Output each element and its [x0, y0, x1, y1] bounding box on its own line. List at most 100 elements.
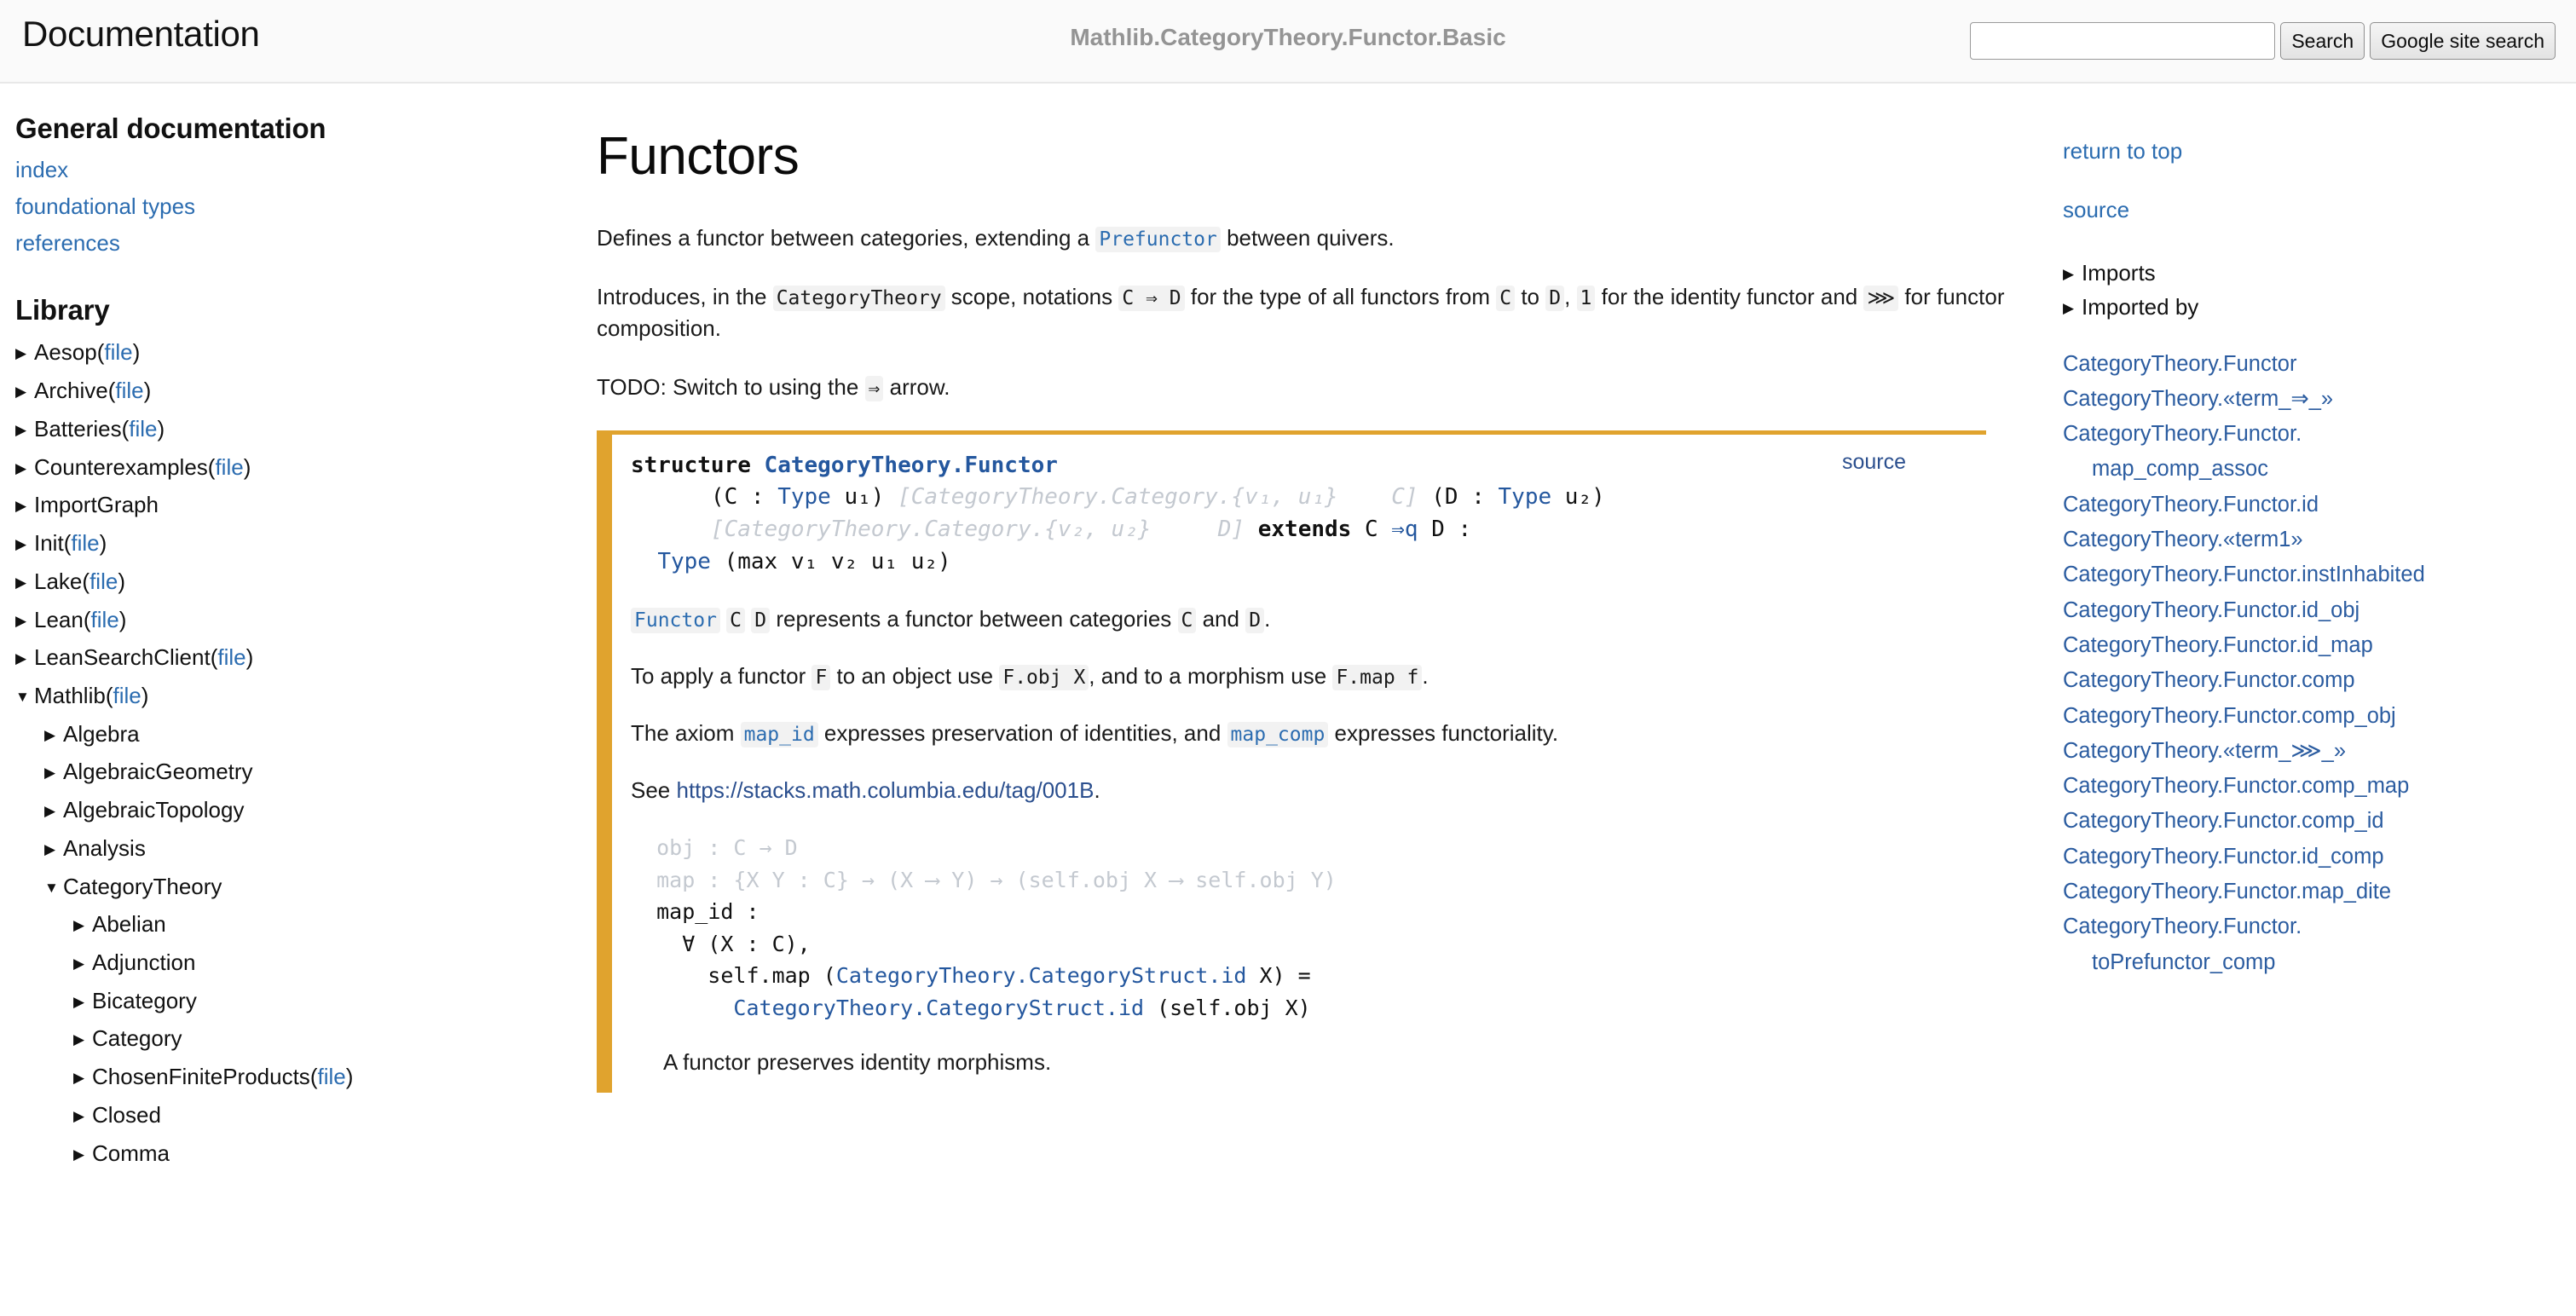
file-link[interactable]: file — [91, 601, 119, 639]
doc-paragraph-2: To apply a functor F to an object use F.… — [631, 661, 1986, 692]
declaration-name[interactable]: CategoryTheory.Functor — [765, 453, 1058, 478]
chevron-right-icon[interactable]: ▶ — [15, 341, 34, 366]
chevron-right-icon[interactable]: ▶ — [44, 723, 63, 747]
declaration-link[interactable]: CategoryTheory.Functor.id_map — [2063, 628, 2562, 663]
tree-item-Closed[interactable]: ▶ Closed — [15, 1096, 563, 1134]
prefunctor-arrow[interactable]: ⇒q — [1391, 517, 1418, 542]
map-id-code-link[interactable]: map_id — [740, 722, 818, 748]
chevron-right-icon[interactable]: ▶ — [15, 456, 34, 481]
search-button[interactable]: Search — [2280, 22, 2365, 60]
return-to-top-link[interactable]: return to top — [2063, 138, 2562, 164]
declaration-link[interactable]: CategoryTheory.Functor.comp_obj — [2063, 699, 2562, 734]
chevron-right-icon[interactable]: ▶ — [15, 379, 34, 404]
tree-item-Abelian[interactable]: ▶ Abelian — [15, 905, 563, 944]
tree-item-Adjunction[interactable]: ▶ Adjunction — [15, 944, 563, 982]
source-link[interactable]: source — [2063, 197, 2562, 223]
declaration-link[interactable]: CategoryTheory.Functor.id_obj — [2063, 593, 2562, 628]
prefunctor-code-link[interactable]: Prefunctor — [1095, 227, 1221, 252]
google-site-search-button[interactable]: Google site search — [2370, 22, 2556, 60]
map-comp-code-link[interactable]: map_comp — [1227, 722, 1329, 748]
chevron-right-icon[interactable]: ▶ — [15, 646, 34, 671]
sig-type-2[interactable]: Type — [1499, 484, 1552, 510]
declaration-source-link[interactable]: source — [1842, 450, 1906, 475]
declaration-link[interactable]: CategoryTheory.«term1» — [2063, 522, 2562, 557]
file-link[interactable]: file — [217, 638, 245, 677]
tree-item-Lean[interactable]: ▶ Lean (file) — [15, 601, 563, 639]
declaration-link[interactable]: CategoryTheory.«term_⇒_» — [2063, 382, 2562, 417]
categorystruct-id-link-2[interactable]: CategoryTheory.CategoryStruct.id — [733, 996, 1144, 1020]
tree-item-Init[interactable]: ▶ Init (file) — [15, 524, 563, 563]
tree-item-Aesop[interactable]: ▶ Aesop (file) — [15, 333, 563, 372]
tree-item-Archive[interactable]: ▶ Archive (file) — [15, 372, 563, 410]
chevron-right-icon[interactable]: ▶ — [15, 418, 34, 442]
tree-item-LeanSearchClient[interactable]: ▶ LeanSearchClient (file) — [15, 638, 563, 677]
tree-item-ImportGraph[interactable]: ▶ ImportGraph — [15, 486, 563, 524]
chevron-right-icon[interactable]: ▶ — [73, 1027, 92, 1052]
chevron-right-icon[interactable]: ▶ — [44, 837, 63, 862]
chevron-right-icon[interactable]: ▶ — [73, 1104, 92, 1128]
main-content: Functors Defines a functor between categ… — [563, 85, 2063, 1316]
tree-item-Lake[interactable]: ▶ Lake (file) — [15, 563, 563, 601]
declaration-link[interactable]: CategoryTheory.Functor.comp — [2063, 663, 2562, 698]
doc-4-text-a: See — [631, 777, 677, 804]
file-link[interactable]: file — [104, 333, 132, 372]
tree-item-CategoryTheory[interactable]: ▼ CategoryTheory — [15, 868, 563, 906]
tree-item-Analysis[interactable]: ▶ Analysis — [15, 829, 563, 868]
search-input[interactable] — [1970, 22, 2276, 60]
tree-item-ChosenFiniteProducts[interactable]: ▶ ChosenFiniteProducts (file) — [15, 1058, 563, 1096]
imported-by-toggle[interactable]: ▶ Imported by — [2063, 290, 2562, 324]
tree-item-label: AlgebraicGeometry — [63, 759, 253, 785]
tree-item-Batteries[interactable]: ▶ Batteries (file) — [15, 410, 563, 448]
categorystruct-id-link-1[interactable]: CategoryTheory.CategoryStruct.id — [836, 963, 1247, 988]
file-link[interactable]: file — [90, 563, 118, 601]
chevron-down-icon[interactable]: ▼ — [44, 875, 63, 900]
general-link-references[interactable]: references — [15, 225, 563, 262]
functor-code-link[interactable]: Functor — [631, 608, 720, 634]
chevron-right-icon[interactable]: ▶ — [73, 1065, 92, 1090]
file-link[interactable]: file — [113, 677, 142, 715]
tree-item-Algebra[interactable]: ▶ Algebra — [15, 715, 563, 753]
tree-item-AlgebraicTopology[interactable]: ▶ AlgebraicTopology — [15, 791, 563, 829]
chevron-right-icon[interactable]: ▶ — [44, 799, 63, 823]
declaration-link[interactable]: CategoryTheory.Functor.instInhabited — [2063, 557, 2562, 592]
chevron-right-icon[interactable]: ▶ — [44, 760, 63, 785]
file-link[interactable]: file — [115, 372, 143, 410]
chevron-right-icon[interactable]: ▶ — [15, 609, 34, 633]
declaration-link[interactable]: CategoryTheory.Functor — [2063, 347, 2562, 382]
file-link[interactable]: file — [129, 410, 157, 448]
tree-item-Bicategory[interactable]: ▶ Bicategory — [15, 982, 563, 1020]
chevron-right-icon[interactable]: ▶ — [73, 990, 92, 1014]
declaration-link[interactable]: CategoryTheory.Functor.comp_id — [2063, 804, 2562, 839]
tree-item-Counterexamples[interactable]: ▶ Counterexamples (file) — [15, 448, 563, 487]
chevron-right-icon[interactable]: ▶ — [73, 951, 92, 976]
tree-item-AlgebraicGeometry[interactable]: ▶ AlgebraicGeometry — [15, 753, 563, 791]
tree-item-Category[interactable]: ▶ Category — [15, 1019, 563, 1058]
paren-open: ( — [105, 682, 113, 708]
declaration-link[interactable]: CategoryTheory.Functor. toPrefunctor_comp — [2063, 909, 2562, 980]
declaration-link[interactable]: CategoryTheory.Functor.id — [2063, 488, 2562, 522]
chevron-right-icon[interactable]: ▶ — [73, 913, 92, 938]
chevron-right-icon[interactable]: ▶ — [15, 570, 34, 595]
declaration-link[interactable]: CategoryTheory.Functor.comp_map — [2063, 769, 2562, 804]
file-link[interactable]: file — [317, 1058, 345, 1096]
declaration-link[interactable]: CategoryTheory.«term_⋙_» — [2063, 734, 2562, 769]
file-link[interactable]: file — [215, 448, 243, 487]
sig-type-1[interactable]: Type — [777, 484, 831, 510]
file-link[interactable]: file — [71, 524, 99, 563]
paren-close: ) — [118, 606, 127, 632]
imports-toggle[interactable]: ▶ Imports — [2063, 256, 2562, 290]
chevron-down-icon[interactable]: ▼ — [15, 684, 34, 709]
chevron-right-icon[interactable]: ▶ — [73, 1142, 92, 1167]
general-link-foundational-types[interactable]: foundational types — [15, 188, 563, 225]
tree-item-Mathlib[interactable]: ▼ Mathlib (file) — [15, 677, 563, 715]
declaration-link[interactable]: CategoryTheory.Functor.id_comp — [2063, 840, 2562, 874]
declaration-link[interactable]: CategoryTheory.Functor. map_comp_assoc — [2063, 417, 2562, 488]
general-link-index[interactable]: index — [15, 152, 563, 188]
tree-item-Comma[interactable]: ▶ Comma — [15, 1134, 563, 1173]
declaration-link[interactable]: CategoryTheory.Functor.map_dite — [2063, 874, 2562, 909]
chevron-right-icon[interactable]: ▶ — [15, 532, 34, 557]
doc-c-code-2: C — [1177, 608, 1197, 634]
stacks-project-link[interactable]: https://stacks.math.columbia.edu/tag/001… — [677, 777, 1095, 803]
chevron-right-icon[interactable]: ▶ — [15, 494, 34, 518]
sig-result-type[interactable]: Type — [657, 549, 711, 574]
